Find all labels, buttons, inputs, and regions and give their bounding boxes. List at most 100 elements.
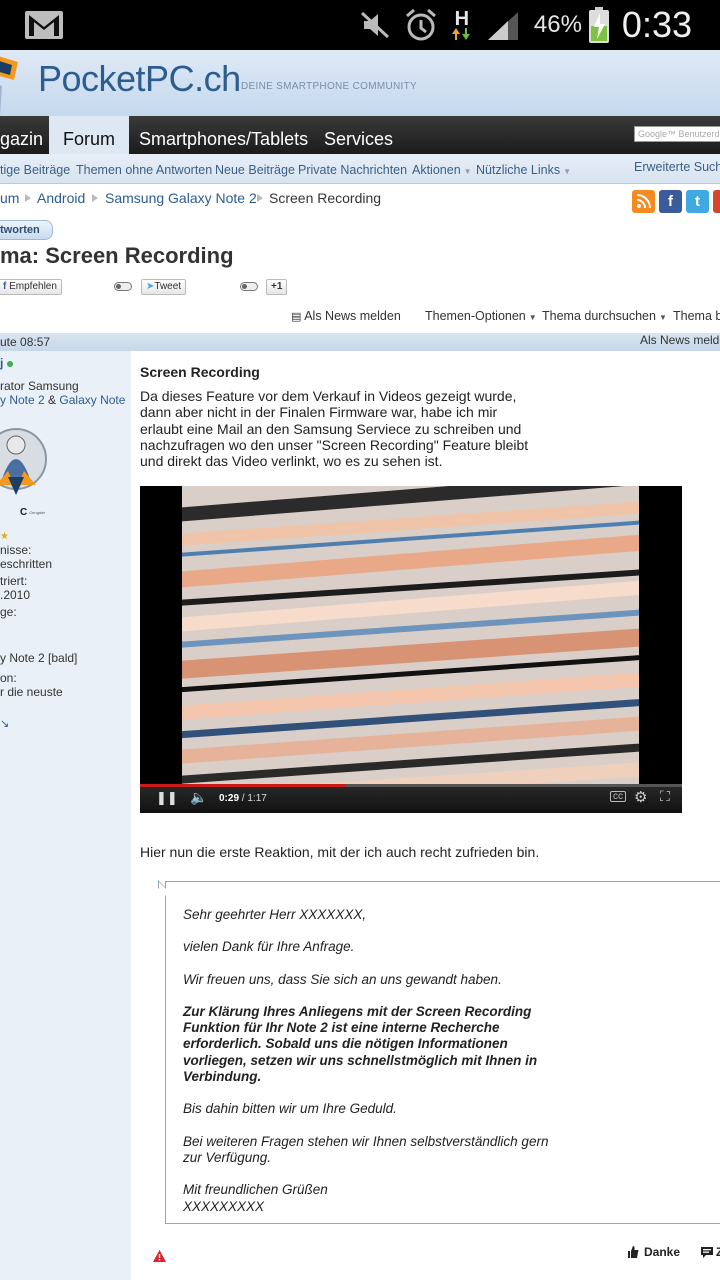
themen-optionen-label: Themen-Optionen [425, 309, 526, 323]
tab-smartphones-tablets[interactable]: Smartphones/Tablets [139, 116, 308, 154]
subnav-link-themen-ohne-antworten[interactable]: Themen ohne Antworten [76, 163, 212, 177]
quote-paragraph: Bis dahin bitten wir um Ihre Geduld. [183, 1101, 397, 1117]
gear-icon[interactable]: ⚙ [634, 788, 647, 806]
user-role: rator Samsung [0, 379, 79, 393]
reply-button[interactable]: tworten [0, 220, 53, 240]
video-progress-bar[interactable] [140, 784, 682, 787]
quote-paragraph: Wir freuen uns, dass Sie sich an uns gew… [183, 971, 502, 987]
video-still-image [182, 486, 639, 786]
cengaler-badge: C Cengaler [20, 507, 45, 518]
subnav-link-aktuelle-beitraege[interactable]: tige Beiträge [0, 163, 70, 177]
news-icon: ▤ [291, 311, 302, 323]
subnav-link-neue-beitraege[interactable]: Neue Beiträge [215, 163, 295, 177]
video-time: 0:29 / 1:17 [219, 793, 267, 804]
captions-icon[interactable]: cc [610, 791, 626, 802]
tab-forum[interactable]: Forum [49, 116, 130, 154]
share-row: f Empfehlen ➤Tweet +1 i ⚙ [0, 279, 720, 577]
advanced-search-link[interactable]: Erweiterte Suche [634, 160, 720, 174]
username[interactable]: j [0, 356, 13, 370]
tab-magazin[interactable]: gazin [0, 116, 43, 154]
zitat-button[interactable]: Z [701, 1245, 720, 1259]
fullscreen-icon[interactable]: ⛶ [660, 788, 670, 805]
facebook-toggle[interactable] [114, 282, 132, 291]
quote-greeting: Sehr geehrter Herr XXXXXXX, [183, 907, 367, 922]
breadcrumb-android[interactable]: Android [37, 190, 85, 206]
report-warning-icon[interactable] [153, 1249, 166, 1267]
battery-percent: 46% [533, 11, 582, 38]
post-reaction-text: Hier nun die erste Reaktion, mit der ich… [140, 844, 540, 860]
c-logo-icon: C [20, 507, 28, 518]
user-role-forums: y Note 2 & Galaxy Note [0, 393, 125, 407]
subnav-dropdown-aktionen[interactable]: Aktionen ▼ [412, 163, 472, 177]
twitter-toggle[interactable] [240, 282, 258, 291]
als-news-melden-link[interactable]: ▤ Als News melden [291, 309, 401, 323]
subnav-dropdown-nuetzliche-links[interactable]: Nützliche Links ▼ [476, 163, 571, 177]
sub-navigation: tige Beiträge Themen ohne Antworten Neue… [0, 154, 720, 184]
volume-icon[interactable]: 🔈 [190, 789, 207, 806]
user-stat-label-version: on: [0, 671, 17, 685]
network-type-icon: H [451, 8, 472, 40]
search-input[interactable]: Google™ Benutzerdef [634, 126, 720, 142]
post-content: Screen Recording Da dieses Feature vor d… [131, 351, 720, 1280]
username-label: j [0, 356, 4, 370]
post-footer: Danke Z [131, 1241, 720, 1267]
google-plus-icon[interactable]: g [713, 190, 720, 213]
twitter-icon[interactable]: t [686, 190, 709, 213]
forum-link-galaxy-note-2[interactable]: y Note 2 [0, 393, 45, 407]
rank-star-icon: ★ [0, 531, 9, 542]
gmail-notification-icon [24, 0, 64, 50]
quote-paragraph-bold: Zur Klärung Ihres Anliegens mit der Scre… [183, 1003, 538, 1085]
subnav-link-private-nachrichten[interactable]: Private Nachrichten [298, 163, 407, 177]
thumbs-up-icon [628, 1245, 639, 1258]
battery-charging-icon [588, 7, 610, 43]
cengaler-badge-label: Cengaler [29, 510, 46, 515]
video-progress-fill [140, 784, 346, 787]
facebook-recommend-label: Empfehlen [9, 281, 57, 292]
quote-icon [701, 1246, 713, 1258]
user-stat-value-geraete: y Note 2 [bald] [0, 651, 78, 665]
subnav-nuetzliche-links-label: Nützliche Links [476, 163, 561, 177]
chevron-down-icon: ▼ [463, 167, 472, 176]
post-title: Screen Recording [140, 364, 260, 380]
user-stat-value-version: r die neuste [0, 685, 63, 699]
tweet-button[interactable]: ➤Tweet [141, 279, 187, 295]
site-name[interactable]: PocketPC.ch [38, 58, 241, 100]
signal-icon [486, 10, 520, 40]
google-plus-one-button[interactable]: +1 [266, 279, 288, 295]
rss-icon[interactable] [632, 190, 655, 213]
chevron-down-icon: ▼ [563, 167, 571, 176]
post-als-news-melden-link[interactable]: Als News melde [640, 333, 720, 347]
thema-bewerten-dropdown[interactable]: Thema b [673, 309, 720, 323]
video-time-current: 0:29 [219, 793, 240, 804]
network-type-label: H [454, 8, 470, 30]
main-navbar: gazin Forum Smartphones/Tablets Services… [0, 116, 720, 154]
forum-link-galaxy-note[interactable]: Galaxy Note [59, 393, 125, 407]
tab-services[interactable]: Services [324, 116, 393, 154]
facebook-recommend-button[interactable]: f Empfehlen [0, 279, 62, 295]
facebook-icon[interactable]: f [659, 190, 682, 213]
breadcrumb-separator-icon [257, 194, 263, 202]
pause-icon[interactable]: ❚❚ [156, 790, 178, 806]
facebook-icon: f [3, 281, 7, 292]
breadcrumb-forum[interactable]: um [0, 190, 19, 206]
danke-button[interactable]: Danke [628, 1245, 680, 1259]
user-link-icon[interactable]: ↘ [0, 717, 9, 730]
themen-optionen-dropdown[interactable]: Themen-Optionen ▼ [425, 309, 537, 323]
site-header: PocketPC.ch DEINE SMARTPHONE COMMUNITY [0, 50, 720, 116]
post-date: ute 08:57 [0, 335, 51, 349]
quote-body: Sehr geehrter Herr XXXXXXX, vielen Dank … [183, 907, 563, 1231]
quote-pointer [158, 880, 166, 896]
chevron-down-icon: ▼ [658, 313, 667, 322]
breadcrumb-current: Screen Recording [269, 190, 382, 206]
mute-icon [360, 11, 390, 39]
user-stat-label-geraete: ge: [0, 605, 17, 619]
thread-title: ma: Screen Recording [0, 243, 234, 268]
video-frame[interactable] [182, 486, 639, 786]
quote-closing: Mit freundlichen Grüßen [183, 1182, 328, 1198]
embedded-video-player[interactable]: ❚❚ 🔈 0:29 / 1:17 cc ⚙ ⛶ [140, 486, 682, 813]
thema-durchsuchen-dropdown[interactable]: Thema durchsuchen ▼ [542, 309, 667, 323]
avatar[interactable] [0, 419, 54, 506]
post-header-bar: ute 08:57 Als News melde [0, 333, 720, 351]
site-logo-icon[interactable] [0, 50, 26, 116]
breadcrumb-galaxy-note-2[interactable]: Samsung Galaxy Note 2 [105, 190, 257, 206]
